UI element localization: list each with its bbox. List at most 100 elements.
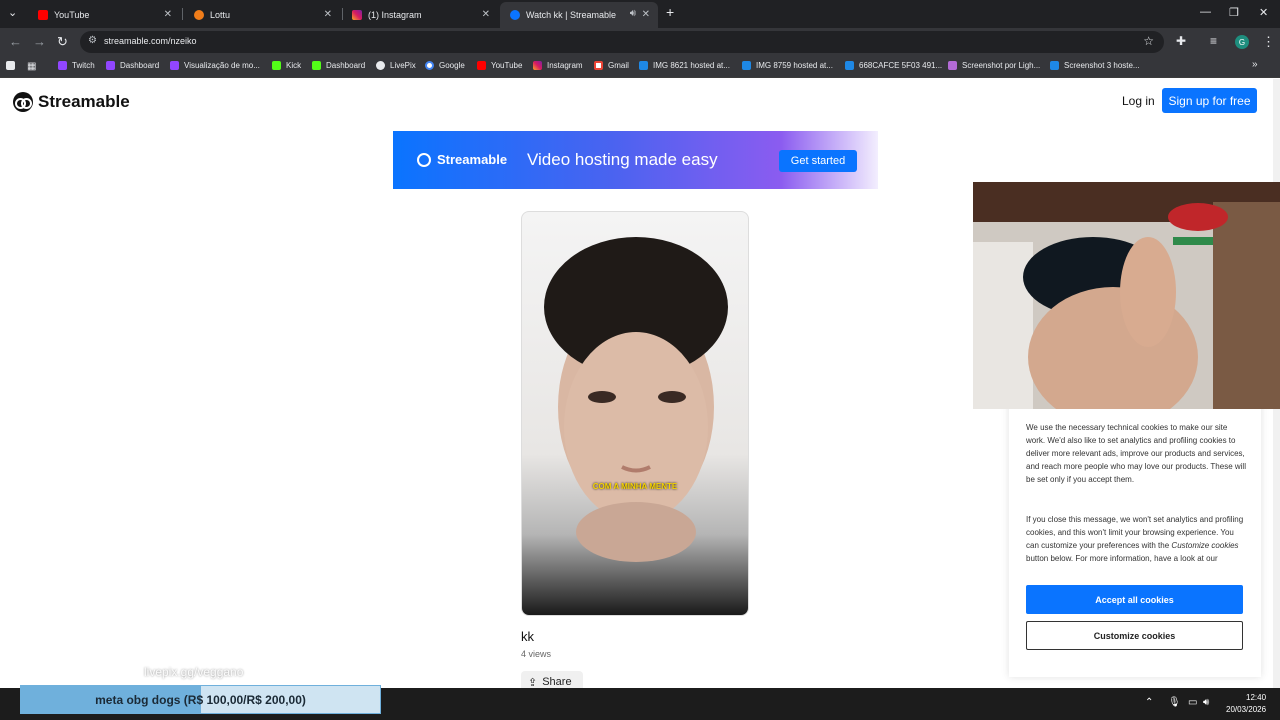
donation-goal-text: meta obg dogs (R$ 100,00/R$ 200,00): [95, 693, 306, 707]
video-views: 4 views: [521, 649, 552, 659]
tab-lottu[interactable]: Lottu ✕: [184, 2, 340, 28]
google-icon: [425, 61, 434, 70]
video-player[interactable]: COM A MINHA MENTE: [521, 211, 749, 616]
tray-overflow-icon[interactable]: ⌃: [1145, 697, 1153, 708]
webcam-frame: [973, 182, 1280, 409]
streamable-icon: [510, 10, 520, 20]
browser-tab-strip: ⌄ YouTube ✕ Lottu ✕ (1) Instagram ✕ Watc…: [0, 0, 1280, 28]
minimize-icon[interactable]: —: [1200, 6, 1211, 18]
bookmark-kick[interactable]: Kick: [272, 61, 301, 70]
twitch-icon: [106, 61, 115, 70]
youtube-icon: [477, 61, 486, 70]
livepix-icon: [376, 61, 385, 70]
video-frame: [544, 237, 728, 562]
kick-icon: [312, 61, 321, 70]
site-info-icon[interactable]: ⚙: [88, 35, 97, 46]
streamable-logo-icon: [13, 92, 33, 112]
banner-tagline: Video hosting made easy: [527, 150, 718, 169]
bookmark-img-8621[interactable]: IMG 8621 hosted at...: [639, 61, 730, 70]
bookmark-visualizacao[interactable]: Visualização de mo...: [170, 61, 260, 70]
image-host-icon: [845, 61, 854, 70]
image-host-icon: [742, 61, 751, 70]
get-started-button[interactable]: Get started: [779, 150, 857, 172]
twitch-icon: [170, 61, 179, 70]
volume-icon[interactable]: 🔊︎: [1203, 697, 1209, 708]
close-icon[interactable]: ✕: [164, 9, 172, 20]
bookmark-dashboard[interactable]: Dashboard: [106, 61, 159, 70]
grid-icon[interactable]: ▦: [27, 61, 36, 72]
bookmark-livepix[interactable]: LivePix: [376, 61, 416, 70]
donation-goal-bar: meta obg dogs (R$ 100,00/R$ 200,00): [20, 685, 381, 714]
url-text: streamable.com/nzeiko: [104, 36, 197, 46]
close-icon[interactable]: ✕: [324, 9, 332, 20]
instagram-icon: [533, 61, 542, 70]
youtube-icon: [38, 10, 48, 20]
lottu-icon: [194, 10, 204, 20]
forward-icon[interactable]: →: [33, 34, 46, 49]
lightshot-icon: [948, 61, 957, 70]
browser-toolbar: ← → ↻ ⚙ streamable.com/nzeiko ☆ ✚ ≡ G ⋮: [0, 28, 1280, 56]
profile-avatar[interactable]: G: [1235, 35, 1249, 49]
more-bookmarks-icon[interactable]: »: [1252, 59, 1258, 70]
bookmark-668cafce[interactable]: 668CAFCE 5F03 491...: [845, 61, 942, 70]
tab-youtube[interactable]: YouTube ✕: [28, 2, 180, 28]
close-icon[interactable]: ✕: [482, 9, 490, 20]
ad-banner[interactable]: Streamable Video hosting made easy Get s…: [393, 131, 878, 189]
bookmark-google[interactable]: Google: [425, 61, 465, 70]
gmail-icon: [594, 61, 603, 70]
bookmark-instagram[interactable]: Instagram: [533, 61, 583, 70]
image-host-icon: [1050, 61, 1059, 70]
streamable-logo[interactable]: Streamable: [13, 92, 130, 112]
bookmark-kick-dashboard[interactable]: Dashboard: [312, 61, 365, 70]
share-icon: ⇪: [528, 676, 538, 689]
cookie-text-2: If you close this message, we won't set …: [1026, 515, 1244, 563]
webcam-overlay: [973, 182, 1280, 409]
customize-cookies-button[interactable]: Customize cookies: [1026, 621, 1243, 650]
instagram-icon: [352, 10, 362, 20]
login-link[interactable]: Log in: [1122, 94, 1155, 108]
clock-date[interactable]: 20/03/2026: [1226, 705, 1266, 714]
back-icon[interactable]: ←: [9, 34, 22, 49]
new-tab-icon[interactable]: +: [666, 4, 674, 20]
kick-icon: [272, 61, 281, 70]
tab-title: YouTube: [54, 10, 90, 20]
reload-icon[interactable]: ↻: [57, 34, 68, 50]
speaker-icon[interactable]: 🔊︎: [630, 8, 636, 19]
address-bar[interactable]: ⚙ streamable.com/nzeiko ☆: [80, 31, 1164, 53]
microphone-icon[interactable]: 🎙︎: [1168, 697, 1181, 708]
restore-icon[interactable]: ❐: [1229, 6, 1239, 19]
bookmark-youtube[interactable]: YouTube: [477, 61, 522, 70]
tab-search-icon[interactable]: ⌄: [8, 6, 17, 19]
bookmarks-bar: ▦ Twitch Dashboard Visualização de mo...…: [0, 56, 1280, 78]
close-icon[interactable]: ✕: [642, 9, 650, 20]
clock-time[interactable]: 12:40: [1246, 693, 1266, 702]
accept-all-cookies-button[interactable]: Accept all cookies: [1026, 585, 1243, 614]
bookmark-img-8759[interactable]: IMG 8759 hosted at...: [742, 61, 833, 70]
twitch-icon: [58, 61, 67, 70]
window-close-icon[interactable]: ✕: [1259, 6, 1268, 19]
apps-icon[interactable]: [6, 61, 20, 70]
tab-streamable[interactable]: Watch kk | Streamable 🔊︎ ✕: [500, 2, 658, 28]
streamable-logo-icon: [417, 152, 431, 167]
tab-title: Lottu: [210, 10, 231, 20]
livepix-overlay-text: livepix.gg/veggano: [144, 665, 244, 679]
menu-icon[interactable]: ⋮: [1262, 34, 1275, 50]
bookmark-screenshot-3[interactable]: Screenshot 3 hoste...: [1050, 61, 1140, 70]
banner-logo: Streamable: [417, 152, 507, 167]
video-title: kk: [521, 629, 534, 644]
bookmark-gmail[interactable]: Gmail: [594, 61, 629, 70]
tab-title: Watch kk | Streamable: [526, 10, 617, 20]
tab-title: (1) Instagram: [368, 10, 422, 20]
signup-button[interactable]: Sign up for free: [1162, 88, 1257, 113]
cookie-text-1: We use the necessary technical cookies t…: [1026, 423, 1246, 484]
network-icon[interactable]: ▭: [1188, 697, 1197, 708]
share-button[interactable]: ⇪ Share: [521, 671, 583, 688]
bookmark-star-icon[interactable]: ☆: [1143, 34, 1154, 48]
bookmark-twitch[interactable]: Twitch: [58, 61, 95, 70]
video-caption: COM A MINHA MENTE: [592, 482, 678, 491]
cookie-consent-dialog: We use the necessary technical cookies t…: [1009, 399, 1261, 677]
reading-list-icon[interactable]: ≡: [1210, 34, 1217, 48]
extensions-icon[interactable]: ✚: [1176, 34, 1186, 48]
tab-instagram[interactable]: (1) Instagram ✕: [342, 2, 498, 28]
bookmark-screenshot-lightshot[interactable]: Screenshot por Ligh...: [948, 61, 1040, 70]
